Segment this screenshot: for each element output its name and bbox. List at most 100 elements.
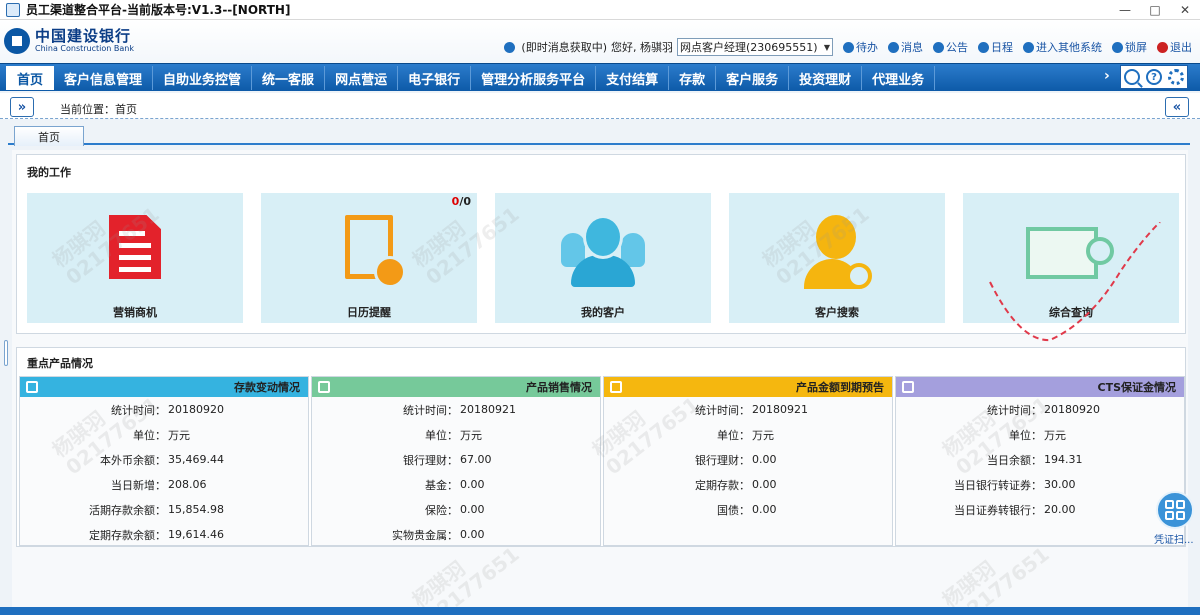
key-products-title: 重点产品情况 — [27, 357, 93, 370]
sidebar-handle[interactable] — [4, 340, 8, 366]
main-content: 我的工作 营销商机 0/0 日历提醒 我的客户 客户搜索 综合查询 重点产品情况… — [12, 150, 1188, 610]
card-row: 基金： 0.00 — [425, 478, 485, 492]
logo-chinese-name: 中国建设银行 — [35, 27, 132, 45]
deposit-bag-icon — [26, 381, 38, 393]
nav-ebank[interactable]: 电子银行 — [398, 66, 472, 90]
card-title: 产品金额到期预告 — [796, 381, 884, 394]
window-title-bar: 员工渠道整合平台-当前版本号:V1.3--[NORTH] — □ ✕ — [0, 0, 1200, 20]
user-icon — [504, 41, 516, 53]
minimize-button[interactable]: — — [1110, 0, 1140, 20]
card-row: 活期存款余额： 15,854.98 — [89, 503, 224, 517]
card-row: 统计时间： 20180920 — [111, 403, 224, 417]
status-bar — [0, 607, 1200, 615]
tile-calendar-reminder[interactable]: 0/0 日历提醒 — [261, 193, 477, 323]
window-title: 员工渠道整合平台-当前版本号:V1.3--[NORTH] — [26, 3, 291, 17]
card-row: 当日证券转银行： 20.00 — [954, 503, 1076, 517]
breadcrumb: 当前位置：首页 — [60, 103, 137, 116]
card-title: 存款变动情况 — [234, 381, 300, 394]
tile-label: 我的客户 — [581, 306, 625, 319]
general-query-icon — [1026, 223, 1116, 283]
calendar-reminder-icon — [345, 215, 406, 288]
nav-payment[interactable]: 支付结算 — [596, 66, 670, 90]
card-row: 实物贵金属： 0.00 — [392, 528, 485, 542]
app-icon — [6, 2, 20, 17]
bank-logo: 中国建设银行 China Construction Bank — [4, 28, 134, 54]
breadcrumb-bar: » 当前位置：首页 « — [0, 93, 1200, 119]
todo-link[interactable]: 待办 — [843, 39, 878, 55]
schedule-link[interactable]: 日程 — [978, 39, 1013, 55]
system-icon — [1023, 41, 1034, 53]
greeting: 您好, 杨骐羽 — [611, 41, 673, 54]
logo-english-name: China Construction Bank — [35, 44, 134, 53]
tab-home[interactable]: 首页 — [14, 126, 84, 146]
im-status: (即时消息获取中) — [521, 41, 607, 54]
search-icon[interactable] — [1124, 69, 1140, 85]
nav-customer-service[interactable]: 客户服务 — [716, 66, 790, 90]
todo-icon — [843, 41, 854, 53]
notice-icon — [933, 41, 944, 53]
nav-deposit[interactable]: 存款 — [669, 66, 717, 90]
other-systems-link[interactable]: 进入其他系统 — [1023, 39, 1102, 55]
cts-margin-card: CTS保证金情况 统计时间： 20180920 单位： 万元 当日余额： 194.31… — [895, 376, 1185, 546]
gear-icon[interactable] — [1168, 69, 1184, 85]
role-select[interactable]: 网点客户经理(230695551) ▼ — [677, 38, 833, 56]
tile-label: 综合查询 — [1049, 306, 1093, 319]
nav-items: 首页 客户信息管理 自助业务控管 统一客服 网点营运 电子银行 管理分析服务平台… — [6, 66, 936, 90]
tab-strip: 首页 — [8, 123, 1190, 146]
card-row: 国债： 0.00 — [717, 503, 777, 517]
card-row: 单位： 万元 — [1009, 428, 1066, 442]
message-link[interactable]: 消息 — [888, 39, 923, 55]
message-icon — [888, 41, 899, 53]
nav-more-button[interactable]: › — [1104, 68, 1110, 84]
nav-branch-ops[interactable]: 网点营运 — [325, 66, 399, 90]
tile-my-customers[interactable]: 我的客户 — [495, 193, 711, 323]
power-icon — [1157, 41, 1168, 53]
tile-label: 营销商机 — [113, 306, 157, 319]
card-row: 保险： 0.00 — [425, 503, 485, 517]
lock-screen-link[interactable]: 锁屏 — [1112, 39, 1147, 55]
card-row: 统计时间： 20180921 — [695, 403, 808, 417]
card-row: 银行理财： 67.00 — [403, 453, 492, 467]
calendar-icon — [610, 381, 622, 393]
card-header: 产品金额到期预告 — [604, 377, 892, 397]
notice-link[interactable]: 公告 — [933, 39, 968, 55]
card-row: 当日银行转证券： 30.00 — [954, 478, 1076, 492]
signal-bars-icon — [902, 381, 914, 393]
key-products-panel: 重点产品情况 存款变动情况 统计时间： 20180920 单位： 万元 本外币余额：… — [16, 347, 1186, 547]
card-row: 定期存款余额： 19,614.46 — [89, 528, 224, 542]
card-row: 单位： 万元 — [133, 428, 190, 442]
customer-search-icon — [802, 215, 872, 291]
close-button[interactable]: ✕ — [1170, 0, 1200, 20]
expand-left-button[interactable]: » — [10, 97, 34, 117]
logout-link[interactable]: 退出 — [1157, 39, 1192, 55]
role-value: 网点客户经理(230695551) — [680, 41, 818, 54]
nav-analysis[interactable]: 管理分析服务平台 — [471, 66, 597, 90]
card-row: 统计时间： 20180921 — [403, 403, 516, 417]
voucher-scan-label: 凭证扫... — [1154, 535, 1194, 546]
my-work-panel: 我的工作 营销商机 0/0 日历提醒 我的客户 客户搜索 综合查询 — [16, 154, 1186, 334]
app-header: 中国建设银行 China Construction Bank (即时消息获取中)… — [0, 20, 1200, 63]
nav-agency[interactable]: 代理业务 — [862, 66, 936, 90]
nav-customer-info[interactable]: 客户信息管理 — [54, 66, 154, 90]
tile-customer-search[interactable]: 客户搜索 — [729, 193, 945, 323]
maximize-button[interactable]: □ — [1140, 0, 1170, 20]
voucher-scan-button[interactable] — [1156, 491, 1194, 529]
card-row: 本外币余额： 35,469.44 — [100, 453, 224, 467]
nav-self-service[interactable]: 自助业务控管 — [153, 66, 253, 90]
card-header: 产品销售情况 — [312, 377, 600, 397]
expand-right-button[interactable]: « — [1165, 97, 1189, 117]
nav-investment[interactable]: 投资理财 — [789, 66, 863, 90]
card-header: CTS保证金情况 — [896, 377, 1184, 397]
tile-general-query[interactable]: 综合查询 — [963, 193, 1179, 323]
nav-home[interactable]: 首页 — [6, 66, 55, 90]
card-row: 当日新增： 208.06 — [111, 478, 207, 492]
main-nav: 首页 客户信息管理 自助业务控管 统一客服 网点营运 电子银行 管理分析服务平台… — [0, 63, 1200, 91]
help-icon[interactable]: ? — [1146, 69, 1162, 85]
chevron-down-icon: ▼ — [823, 42, 830, 52]
customers-icon — [561, 215, 645, 287]
nav-unified-service[interactable]: 统一客服 — [252, 66, 326, 90]
tile-label: 客户搜索 — [815, 306, 859, 319]
document-icon — [109, 215, 161, 279]
maturity-forecast-card: 产品金额到期预告 统计时间： 20180921 单位： 万元 银行理财： 0.00 定… — [603, 376, 893, 546]
tile-marketing-opportunity[interactable]: 营销商机 — [27, 193, 243, 323]
